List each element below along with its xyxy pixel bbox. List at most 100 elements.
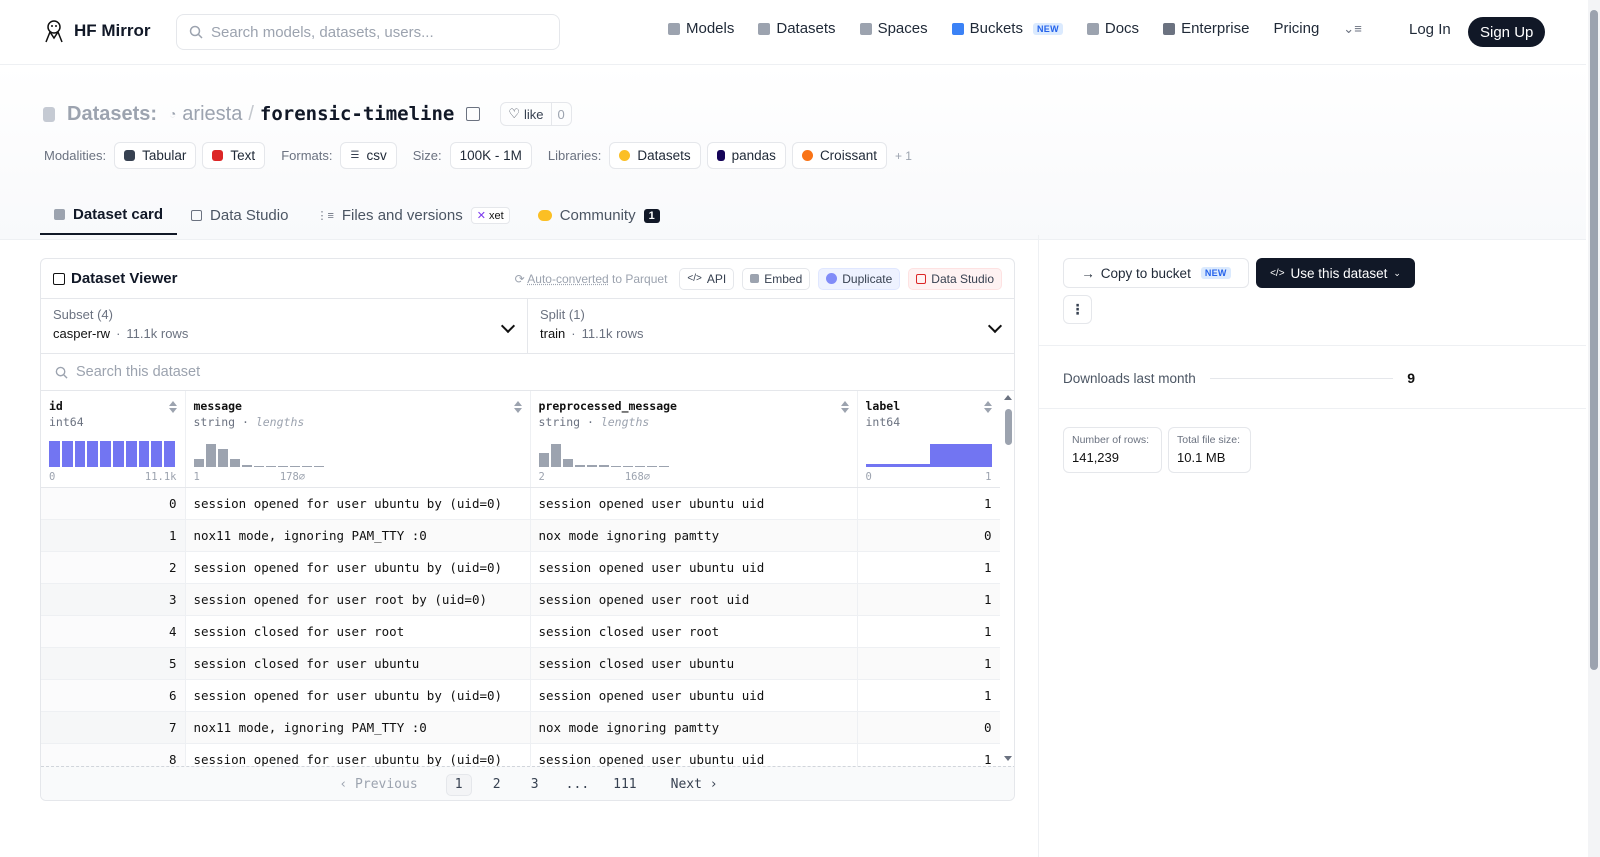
sort-icon[interactable] bbox=[168, 401, 177, 413]
next-page-button[interactable]: Next › bbox=[665, 774, 724, 796]
brand[interactable]: HF Mirror bbox=[42, 18, 151, 44]
table-cell-label[interactable]: 1 bbox=[857, 551, 1000, 584]
table-cell-label[interactable]: 0 bbox=[857, 519, 1000, 552]
column-header-id[interactable]: id int64 0 11.1k bbox=[41, 391, 186, 488]
column-header-message[interactable]: message string · lengths 1 178 ∅ bbox=[185, 391, 531, 488]
histogram-bar[interactable] bbox=[610, 465, 621, 467]
histogram-bar[interactable] bbox=[100, 441, 111, 467]
dataset-search-input[interactable] bbox=[76, 364, 676, 380]
table-cell-message[interactable]: nox11 mode, ignoring PAM_TTY :0 bbox=[185, 519, 531, 552]
table-cell-id[interactable]: 4 bbox=[41, 615, 186, 648]
nav-link-spaces[interactable]: Spaces bbox=[859, 20, 928, 37]
nav-link-datasets[interactable]: Datasets bbox=[758, 20, 836, 37]
histogram-bar[interactable] bbox=[49, 441, 60, 467]
histogram-bar[interactable] bbox=[164, 441, 175, 467]
table-row[interactable]: 6 session opened for user ubuntu by (uid=… bbox=[41, 679, 1000, 712]
table-cell-message[interactable]: session closed for user root bbox=[185, 615, 531, 648]
page-button[interactable]: 3 bbox=[522, 774, 548, 796]
scroll-up-icon[interactable] bbox=[1004, 395, 1012, 400]
table-cell-label[interactable]: 1 bbox=[857, 679, 1000, 712]
page-button[interactable]: 111 bbox=[607, 774, 642, 796]
histogram-bar[interactable] bbox=[265, 465, 276, 467]
table-cell-pre[interactable]: session opened user ubuntu uid bbox=[530, 551, 858, 584]
histogram-bar[interactable] bbox=[865, 464, 930, 467]
split-select[interactable]: Split (1) train · 11.1k rows bbox=[527, 299, 1014, 353]
modality-chip-tabular[interactable]: Tabular bbox=[114, 142, 197, 169]
nav-link-pricing[interactable]: Pricing bbox=[1273, 20, 1319, 37]
more-libraries[interactable]: + 1 bbox=[895, 149, 912, 163]
nav-link-docs[interactable]: Docs bbox=[1086, 20, 1139, 37]
more-menu-icon[interactable]: ⌄≡ bbox=[1343, 21, 1361, 37]
column-header-preprocessed_message[interactable]: preprocessed_message string · lengths 2 168… bbox=[530, 391, 858, 488]
copy-icon[interactable] bbox=[466, 107, 481, 121]
histogram-bar[interactable] bbox=[658, 466, 669, 467]
table-cell-id[interactable]: 0 bbox=[41, 487, 186, 520]
breadcrumb-section[interactable]: Datasets: bbox=[67, 103, 157, 126]
histogram-bar[interactable] bbox=[74, 441, 86, 467]
histogram-bar[interactable] bbox=[138, 441, 150, 467]
copy-to-bucket-button[interactable]: → Copy to bucket NEW bbox=[1063, 258, 1249, 288]
api-button[interactable]: </> API bbox=[679, 267, 735, 290]
duplicate-button[interactable]: Duplicate bbox=[818, 267, 901, 290]
histogram-bar[interactable] bbox=[87, 441, 99, 467]
library-chip-croissant[interactable]: Croissant bbox=[791, 142, 887, 169]
table-row[interactable]: 5 session closed for user ubuntu session c… bbox=[41, 647, 1000, 680]
histogram-bar[interactable] bbox=[574, 464, 585, 467]
table-cell-message[interactable]: nox11 mode, ignoring PAM_TTY :0 bbox=[185, 711, 531, 744]
tab-files-and-versions[interactable]: ⋮≡ Files and versions ✕ xet bbox=[302, 196, 523, 235]
sort-icon[interactable] bbox=[513, 401, 522, 413]
histogram-bar[interactable] bbox=[646, 466, 657, 467]
histogram-bar[interactable] bbox=[598, 465, 609, 467]
table-cell-message[interactable]: session opened for user ubuntu by (uid=0… bbox=[185, 743, 531, 766]
table-cell-label[interactable]: 1 bbox=[857, 615, 1000, 648]
table-cell-label[interactable]: 1 bbox=[857, 487, 1000, 520]
table-cell-id[interactable]: 6 bbox=[41, 679, 186, 712]
histogram-bar[interactable] bbox=[538, 452, 549, 467]
table-row[interactable]: 3 session opened for user root by (uid=0)… bbox=[41, 583, 1000, 616]
histogram-bar[interactable] bbox=[205, 443, 216, 467]
table-cell-message[interactable]: session opened for user ubuntu by (uid=0… bbox=[185, 551, 531, 584]
signup-button[interactable]: Sign Up bbox=[1468, 17, 1546, 47]
table-cell-pre[interactable]: session opened user root uid bbox=[530, 583, 858, 616]
histogram-bar[interactable] bbox=[634, 466, 645, 467]
library-chip-datasets[interactable]: Datasets bbox=[609, 142, 701, 169]
table-cell-message[interactable]: session opened for user ubuntu by (uid=0… bbox=[185, 679, 531, 712]
sort-icon[interactable] bbox=[983, 401, 992, 413]
histogram-bar[interactable] bbox=[622, 465, 633, 467]
table-cell-id[interactable]: 8 bbox=[41, 743, 186, 766]
library-chip-pandas[interactable]: pandas bbox=[706, 142, 786, 169]
histogram-bar[interactable] bbox=[61, 441, 73, 467]
table-cell-message[interactable]: session closed for user ubuntu bbox=[185, 647, 531, 680]
tab-data-studio[interactable]: Data Studio bbox=[177, 196, 302, 235]
table-cell-id[interactable]: 5 bbox=[41, 647, 186, 680]
more-options-button[interactable]: ⋮ bbox=[1063, 295, 1092, 324]
table-cell-id[interactable]: 7 bbox=[41, 711, 186, 744]
histogram-bar[interactable] bbox=[217, 448, 228, 467]
page-button[interactable]: 1 bbox=[445, 773, 472, 796]
table-scrollbar[interactable] bbox=[1004, 395, 1012, 761]
histogram-bar[interactable] bbox=[929, 443, 992, 467]
nav-link-buckets[interactable]: Buckets NEW bbox=[951, 20, 1063, 37]
table-cell-message[interactable]: session opened for user root by (uid=0) bbox=[185, 583, 531, 616]
table-cell-pre[interactable]: session opened user ubuntu uid bbox=[530, 679, 858, 712]
table-cell-label[interactable]: 0 bbox=[857, 711, 1000, 744]
histogram-bar[interactable] bbox=[289, 465, 300, 467]
table-cell-id[interactable]: 2 bbox=[41, 551, 186, 584]
histogram-bar[interactable] bbox=[277, 465, 288, 467]
histogram-bar[interactable] bbox=[229, 459, 240, 467]
global-search[interactable] bbox=[176, 14, 560, 50]
column-histogram[interactable] bbox=[49, 439, 175, 467]
dataset-search[interactable] bbox=[41, 354, 1014, 391]
auto-converted-link[interactable]: Auto-converted bbox=[527, 272, 608, 286]
table-cell-pre[interactable]: session closed user ubuntu bbox=[530, 647, 858, 680]
histogram-bar[interactable] bbox=[241, 465, 252, 467]
modality-chip-text[interactable]: Text bbox=[202, 142, 266, 169]
table-cell-label[interactable]: 1 bbox=[857, 647, 1000, 680]
dataset-name[interactable]: forensic-timeline bbox=[260, 103, 454, 125]
nav-link-models[interactable]: Models bbox=[668, 20, 734, 37]
table-cell-message[interactable]: session opened for user ubuntu by (uid=0… bbox=[185, 487, 531, 520]
column-header-label[interactable]: label int64 0 1 bbox=[857, 391, 1000, 488]
column-histogram[interactable] bbox=[538, 439, 669, 467]
sort-icon[interactable] bbox=[840, 401, 849, 413]
table-row[interactable]: 1 nox11 mode, ignoring PAM_TTY :0 nox mode… bbox=[41, 519, 1000, 552]
